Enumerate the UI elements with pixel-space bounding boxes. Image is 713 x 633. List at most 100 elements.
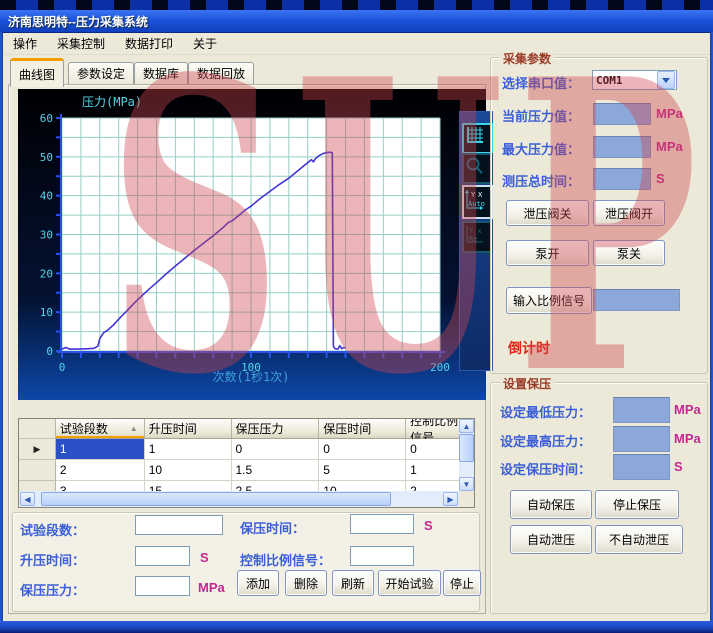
delete-button[interactable]: 删除 [285,570,327,596]
cell[interactable]: 0 [406,439,460,460]
y-tick-label: 0 [46,345,53,358]
start-test-button[interactable]: 开始试验 [378,570,441,596]
tab-data-playback[interactable]: 数据回放 [188,62,254,84]
y-tick-label: 40 [40,190,53,203]
total-time-label: 测压总时间： [502,171,580,190]
y-tick-label: 20 [40,267,53,280]
y-tick-label: 50 [40,151,53,164]
max-pressure-value [593,136,651,158]
no-auto-release-button[interactable]: 不自动泄压 [595,525,683,554]
menu-acquisition-control[interactable]: 采集控制 [47,33,115,54]
menu-about[interactable]: 关于 [183,33,227,54]
hold-duration-unit: S [674,459,683,474]
hold-pressure-input[interactable] [135,576,190,596]
vertical-scroll-thumb[interactable] [459,434,474,462]
table-horizontal-scrollbar[interactable]: ◀ ▶ [19,491,459,507]
y-tick-label: 60 [40,112,53,125]
cell[interactable]: 0 [232,439,320,460]
column-header-segment[interactable]: 试验段数 ▲ [56,419,145,439]
pump-on-button[interactable]: 泵开 [506,240,589,266]
max-hold-pressure-label: 设定最高压力： [500,431,591,450]
scroll-right-icon[interactable]: ▶ [443,492,458,506]
x-tick-label: 0 [59,361,66,374]
min-pressure-value[interactable] [613,397,670,423]
scroll-down-icon[interactable]: ▼ [459,477,474,491]
table-row[interactable]: ▶ 1 1 0 0 0 [19,439,460,460]
hold-time-input[interactable] [350,514,414,534]
window-border-left [0,32,3,621]
hold-time-unit: S [424,518,433,533]
control-signal-label: 控制比例信号： [240,550,331,569]
column-header-hold-pressure[interactable]: 保压压力 [232,419,320,439]
chart-canvas: 01002000102030405060压力(MPa)次数(1秒1次) [18,89,486,400]
countdown-label: 倒计时 [508,338,550,358]
scroll-left-icon[interactable]: ◀ [20,492,35,506]
hold-time-label: 保压时间： [240,518,305,537]
serial-port-select[interactable]: COM1 [592,70,677,90]
hold-duration-value[interactable] [613,454,670,480]
app-window: 济南思明特--压力采集系统 操作 采集控制 数据打印 关于 曲线图 参数设定 数… [0,0,713,633]
pressure-chart: 01002000102030405060压力(MPa)次数(1秒1次) Y X … [18,89,486,400]
axes-restore-icon[interactable]: Y x Re [462,221,493,253]
axes-auto-icon[interactable]: Y X Auto [462,185,493,219]
tab-curve-graph[interactable]: 曲线图 [10,58,64,87]
column-header-hold-time[interactable]: 保压时间 [319,419,406,439]
serial-port-value: COM1 [593,74,657,87]
input-signal-value[interactable] [593,289,680,311]
input-signal-button[interactable]: 输入比例信号 [506,287,592,314]
zoom-icon[interactable] [462,153,493,184]
max-pressure-unit: MPa [656,139,683,154]
auto-release-button[interactable]: 自动泄压 [510,525,592,554]
current-pressure-value [593,103,651,125]
cell[interactable]: 10 [145,460,232,481]
cell[interactable]: 1.5 [232,460,320,481]
cell-selected[interactable]: 1 [56,439,145,460]
test-segments-table[interactable]: 试验段数 ▲ 升压时间 保压压力 保压时间 控制比例信号 ▶ 1 1 0 0 0… [18,418,475,508]
menu-data-print[interactable]: 数据打印 [115,33,183,54]
menu-operation[interactable]: 操作 [3,33,47,54]
cell[interactable]: 1 [406,460,460,481]
grid-icon[interactable] [462,123,493,154]
current-row-arrow: ▶ [19,439,56,460]
tab-database[interactable]: 数据库 [134,62,188,84]
table-row[interactable]: 2 10 1.5 5 1 [19,460,460,481]
max-pressure-label: 最大压力值： [502,139,580,158]
stop-button[interactable]: 停止 [443,570,481,596]
cell[interactable]: 5 [319,460,406,481]
svg-text:Auto: Auto [468,200,485,208]
segment-count-label: 试验段数： [20,520,85,539]
horizontal-scroll-thumb[interactable] [41,492,391,506]
cell[interactable]: 1 [145,439,232,460]
pump-off-button[interactable]: 泵关 [593,240,665,266]
valve-close-button[interactable]: 泄压阀关 [506,200,589,226]
svg-text:Y: Y [471,191,476,199]
add-button[interactable]: 添加 [237,570,279,596]
acquisition-params-title: 采集参数 [500,50,554,67]
scroll-up-icon[interactable]: ▲ [459,419,474,433]
min-pressure-label: 设定最低压力： [500,402,591,421]
hold-pressure-unit: MPa [198,580,225,595]
max-hold-pressure-value[interactable] [613,426,670,452]
rise-time-input[interactable] [135,546,190,566]
column-header-control-signal[interactable]: 控制比例信号 [406,419,460,439]
valve-open-button[interactable]: 泄压阀开 [593,200,665,226]
control-signal-input[interactable] [350,546,414,566]
table-corner-cell [19,419,56,439]
refresh-button[interactable]: 刷新 [332,570,374,596]
cell[interactable]: 2 [56,460,145,481]
hold-settings-title: 设置保压 [500,375,554,392]
min-pressure-unit: MPa [674,402,701,417]
segment-count-input[interactable] [135,515,223,535]
auto-hold-button[interactable]: 自动保压 [510,490,592,519]
titlebar[interactable]: 济南思明特--压力采集系统 [0,10,713,33]
hold-pressure-label: 保压压力： [20,580,85,599]
column-header-rise-time[interactable]: 升压时间 [145,419,232,439]
stop-hold-button[interactable]: 停止保压 [595,490,679,519]
current-pressure-unit: MPa [656,106,683,121]
cell[interactable]: 0 [319,439,406,460]
serial-port-label: 选择串口值： [502,73,580,92]
tab-parameter-setting[interactable]: 参数设定 [68,62,134,84]
chevron-down-icon[interactable] [657,71,675,89]
table-vertical-scrollbar[interactable]: ▲ ▼ [459,419,474,491]
svg-text:X: X [478,191,483,199]
